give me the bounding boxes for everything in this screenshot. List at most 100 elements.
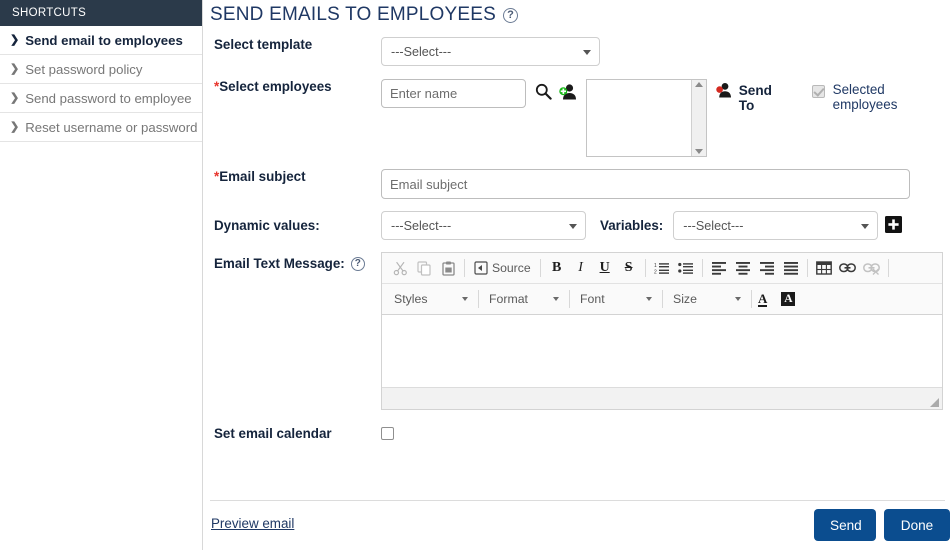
search-icon[interactable] [535,83,552,100]
email-subject-label-text: Email subject [219,169,306,184]
chevron-down-icon [583,49,591,55]
selected-employees-checkbox-label: Selected employees [832,82,898,112]
sidebar-item-label: Set password policy [25,61,143,77]
link-icon[interactable] [836,256,860,280]
toolbar-separator [464,259,465,277]
size-combo[interactable]: Size [667,287,747,311]
table-icon[interactable] [812,256,836,280]
help-circle-icon[interactable]: ? [350,256,365,271]
text-color-glyph: A [758,290,768,307]
variables-value: ---Select--- [683,218,744,233]
sidebar-item-label: Send email to employees [25,32,183,48]
editor-footer [382,387,942,409]
svg-text:2: 2 [654,270,657,276]
add-variable-button[interactable] [885,215,903,236]
styles-combo[interactable]: Styles [388,287,474,311]
variables-label: Variables: [600,218,664,233]
copy-icon[interactable] [412,256,436,280]
align-center-icon[interactable] [731,256,755,280]
unlink-icon[interactable] [860,256,884,280]
underline-icon[interactable]: U [593,256,617,280]
text-color-icon[interactable]: A [756,287,774,311]
add-person-icon[interactable] [559,83,577,100]
scroll-down-arrow-icon[interactable] [694,149,703,154]
chevron-down-icon [569,223,577,229]
recipients-person-icon [716,82,733,99]
selected-employees-checkbox[interactable] [811,85,825,98]
email-subject-row: *Email subject [203,169,950,199]
chevron-right-icon: ❯ [10,91,20,104]
page-title-text: SEND EMAILS TO EMPLOYEES [210,4,497,25]
justify-icon[interactable] [779,256,803,280]
chevron-down-icon [553,297,559,301]
set-email-calendar-label: Set email calendar [214,426,332,441]
toolbar-separator [887,259,889,277]
select-template-dropdown[interactable]: ---Select--- [381,37,600,66]
editor-toolbar-row-1: Source B I U S 1 2 [382,253,942,284]
bold-icon[interactable]: B [545,256,569,280]
page-title: SEND EMAILS TO EMPLOYEES ? [203,0,950,26]
dynamic-values-dropdown[interactable]: ---Select--- [381,211,586,240]
source-button[interactable]: Source [469,256,536,280]
sidebar-item-label: Reset username or password [25,119,198,135]
toolbar-separator [539,259,541,277]
bulleted-list-icon[interactable] [674,256,698,280]
source-label: Source [492,261,531,275]
variables-dropdown[interactable]: ---Select--- [673,211,879,240]
sidebar-item-set-password-policy[interactable]: ❯ Set password policy [0,55,202,84]
sidebar-item-send-password-to-employee[interactable]: ❯ Send password to employee [0,84,202,113]
font-combo[interactable]: Font [574,287,658,311]
chevron-right-icon: ❯ [10,120,20,133]
sidebar-item-reset-username-or-password[interactable]: ❯ Reset username or password [0,113,202,142]
toolbar-separator [569,290,570,308]
preview-email-link[interactable]: Preview email [211,516,294,531]
scroll-up-arrow-icon[interactable] [694,82,703,87]
footer-divider [210,500,945,501]
chevron-right-icon: ❯ [10,33,20,46]
editor-toolbar-row-2: Styles Format Font Size A A [382,284,942,315]
sidebar-item-send-email-to-employees[interactable]: ❯ Send email to employees [0,26,202,55]
italic-icon[interactable]: I [569,256,593,280]
sidebar-item-label: Send password to employee [25,90,192,106]
email-subject-input[interactable] [381,169,910,199]
selected-employees-listbox[interactable] [586,79,707,157]
editor-resize-handle[interactable] [930,398,939,407]
paste-icon[interactable] [436,256,460,280]
toolbar-separator [478,290,479,308]
dynamic-values-value: ---Select--- [391,218,452,233]
main-content: SEND EMAILS TO EMPLOYEES ? Select templa… [203,0,950,550]
help-circle-icon[interactable]: ? [503,7,519,23]
employee-name-input[interactable] [381,79,526,108]
size-combo-label: Size [673,292,697,306]
rich-text-editor: Source B I U S 1 2 Styles Format Font Si… [381,252,943,410]
email-text-message-label-text: Email Text Message: [214,256,345,271]
background-color-icon[interactable]: A [779,287,802,311]
done-button[interactable]: Done [884,509,950,541]
font-combo-label: Font [580,292,605,306]
dynamic-values-row: Dynamic values: ---Select--- Variables: … [203,211,950,240]
align-left-icon[interactable] [707,256,731,280]
set-email-calendar-checkbox[interactable] [381,427,394,440]
strikethrough-icon[interactable]: S [617,256,641,280]
send-button[interactable]: Send [814,509,876,541]
email-subject-label: *Email subject [214,169,381,184]
chevron-down-icon [646,297,652,301]
chevron-down-icon [462,297,468,301]
select-employees-row: *Select employees Enter name Send To Sel… [203,79,950,157]
listbox-scrollbar[interactable] [690,80,706,156]
select-employees-label-text: Select employees [219,79,332,94]
align-right-icon[interactable] [755,256,779,280]
dynamic-values-label: Dynamic values: [214,218,320,233]
svg-text:1: 1 [654,263,657,269]
numbered-list-icon[interactable]: 1 2 [650,256,674,280]
select-template-label: Select template [214,37,313,52]
shortcuts-header: SHORTCUTS [0,0,202,26]
email-text-message-label: Email Text Message: ? [214,252,381,271]
select-template-row: Select template ---Select--- [203,37,950,66]
editor-content-area[interactable] [382,315,942,387]
format-combo[interactable]: Format [483,287,565,311]
cut-icon[interactable] [388,256,412,280]
toolbar-separator [751,290,752,308]
chevron-right-icon: ❯ [10,62,20,75]
format-combo-label: Format [489,292,528,306]
